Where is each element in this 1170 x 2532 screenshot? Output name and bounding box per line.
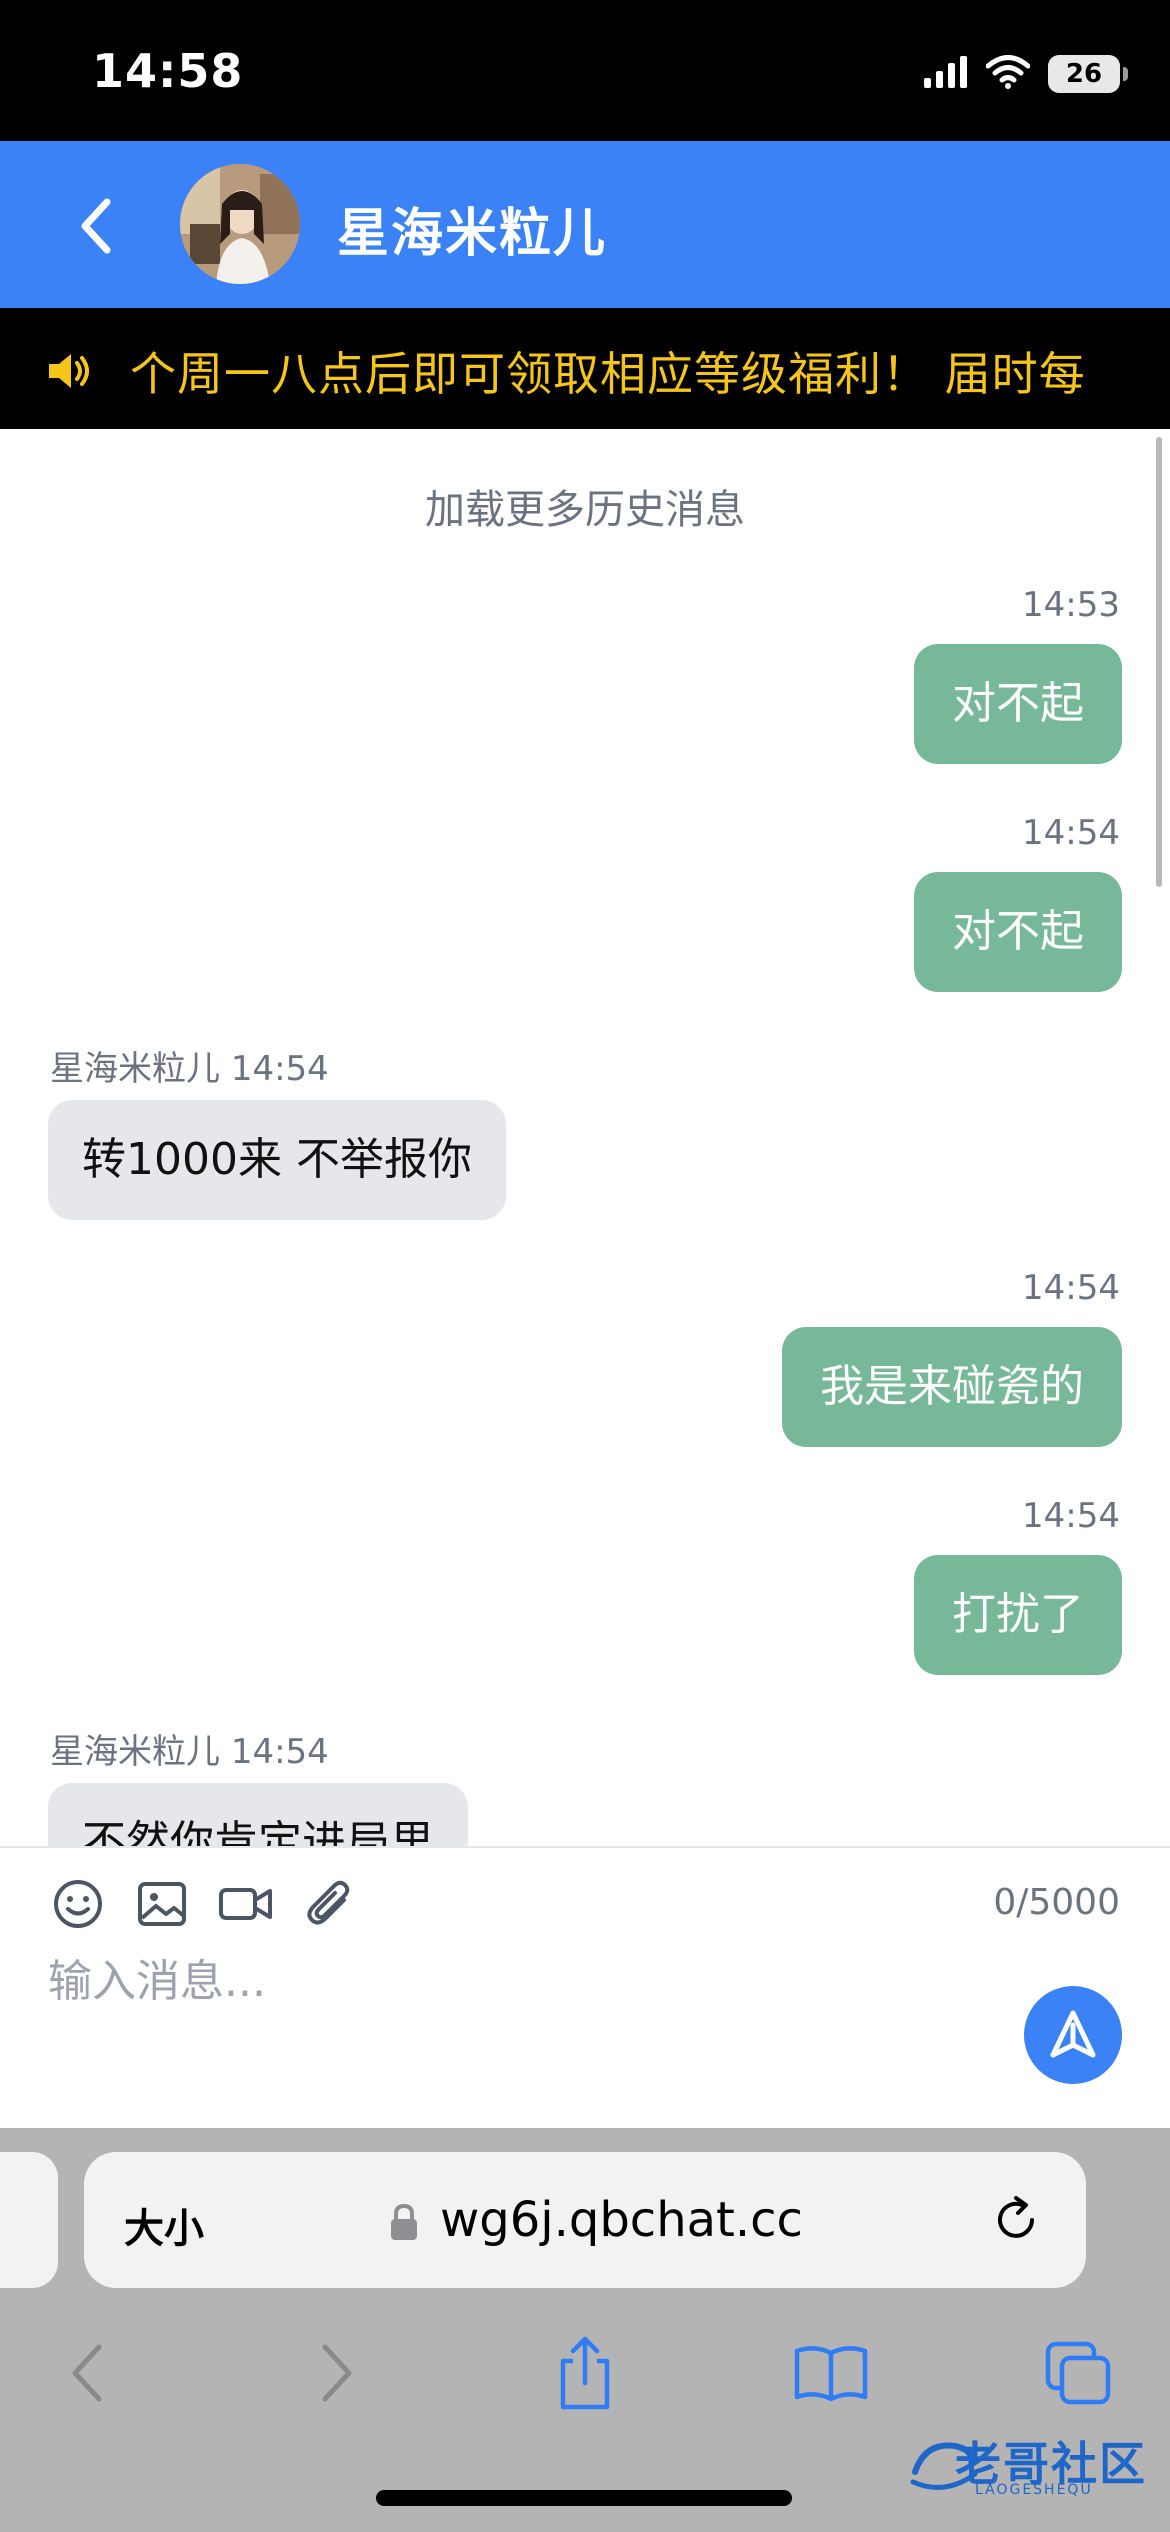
image-button[interactable] (132, 1874, 192, 1934)
message-list[interactable]: 加载更多历史消息 14:53 对不起 14:54 对不起 星海米粒儿 14:54… (0, 429, 1170, 1846)
back-button[interactable] (60, 181, 130, 271)
load-more-history-link[interactable]: 加载更多历史消息 (0, 477, 1170, 535)
reload-icon (998, 2196, 1034, 2238)
outgoing-message-bubble[interactable]: 打扰了 (914, 1555, 1122, 1675)
watermark-logo: 老哥社区 LAOGESHEQU (905, 2422, 1165, 2502)
reload-button[interactable] (986, 2190, 1046, 2250)
sender-name: 星海米粒儿 (50, 1049, 220, 1089)
announcement-text: 个周一八点后即可领取相应等级福利！ 届时每 (130, 347, 1086, 401)
chevron-left-icon (72, 2344, 102, 2402)
message-input[interactable] (48, 1946, 948, 2016)
smiley-icon (54, 1880, 102, 1928)
share-button[interactable] (540, 2328, 630, 2418)
message-time: 14:54 (1022, 1496, 1120, 1536)
send-button[interactable] (1024, 1986, 1122, 2084)
previous-tab-peek[interactable] (0, 2152, 58, 2288)
outgoing-message-bubble[interactable]: 对不起 (914, 644, 1122, 764)
message-time: 14:54 (1022, 813, 1120, 853)
attachment-button[interactable] (300, 1874, 360, 1934)
message-sender-meta: 星海米粒儿 14:54 (50, 1041, 329, 1090)
chevron-left-icon (81, 198, 111, 254)
cellular-signal-icon (924, 56, 968, 92)
message-composer: 0/5000 (0, 1846, 1170, 2128)
image-icon (138, 1882, 186, 1926)
message-time: 14:54 (230, 1049, 329, 1089)
bookmarks-button[interactable] (786, 2328, 876, 2418)
message-time: 14:53 (1022, 585, 1120, 625)
lock-icon (391, 2203, 417, 2240)
status-time: 14:58 (92, 44, 244, 98)
incoming-message-bubble[interactable]: 不然你肯定进局里 (48, 1783, 468, 1846)
video-camera-icon (219, 1888, 272, 1920)
message-sender-meta: 星海米粒儿 14:54 (50, 1724, 329, 1773)
status-icons: 26 (924, 50, 1128, 98)
book-icon (794, 2346, 868, 2402)
emoji-button[interactable] (48, 1874, 108, 1934)
status-bar: 14:58 26 (0, 0, 1170, 141)
address-bar[interactable]: 大小 wg6j.qbchat.cc (84, 2152, 1086, 2288)
incoming-message-bubble[interactable]: 转1000来 不举报你 (48, 1100, 506, 1220)
tabs-button[interactable] (1034, 2328, 1124, 2418)
chat-header: 星海米粒儿 (0, 141, 1170, 308)
contact-avatar[interactable] (180, 164, 300, 284)
battery-icon: 26 (1048, 55, 1128, 93)
page-settings-button[interactable]: 大小 (124, 2196, 204, 2254)
send-icon (1050, 2010, 1096, 2058)
wifi-icon (985, 55, 1031, 93)
chevron-right-icon (322, 2344, 352, 2402)
video-button[interactable] (216, 1874, 276, 1934)
message-time: 14:54 (230, 1732, 329, 1772)
outgoing-message-bubble[interactable]: 对不起 (914, 872, 1122, 992)
tabs-icon (1045, 2341, 1111, 2405)
share-icon (560, 2336, 610, 2410)
sender-name: 星海米粒儿 (50, 1732, 220, 1772)
paperclip-icon (307, 1880, 350, 1925)
character-count: 0/5000 (993, 1882, 1120, 1923)
speaker-icon (49, 354, 89, 388)
announcement-bar: 个周一八点后即可领取相应等级福利！ 届时每 (0, 308, 1170, 429)
watermark-subtext: LAOGESHEQU (975, 2482, 1093, 2498)
contact-name: 星海米粒儿 (337, 204, 608, 264)
home-indicator[interactable] (376, 2490, 792, 2506)
back-navigation-button[interactable] (42, 2328, 132, 2418)
url-text: wg6j.qbchat.cc (440, 2192, 803, 2248)
message-time: 14:54 (1022, 1268, 1120, 1308)
outgoing-message-bubble[interactable]: 我是来碰瓷的 (782, 1327, 1122, 1447)
forward-navigation-button[interactable] (292, 2328, 382, 2418)
